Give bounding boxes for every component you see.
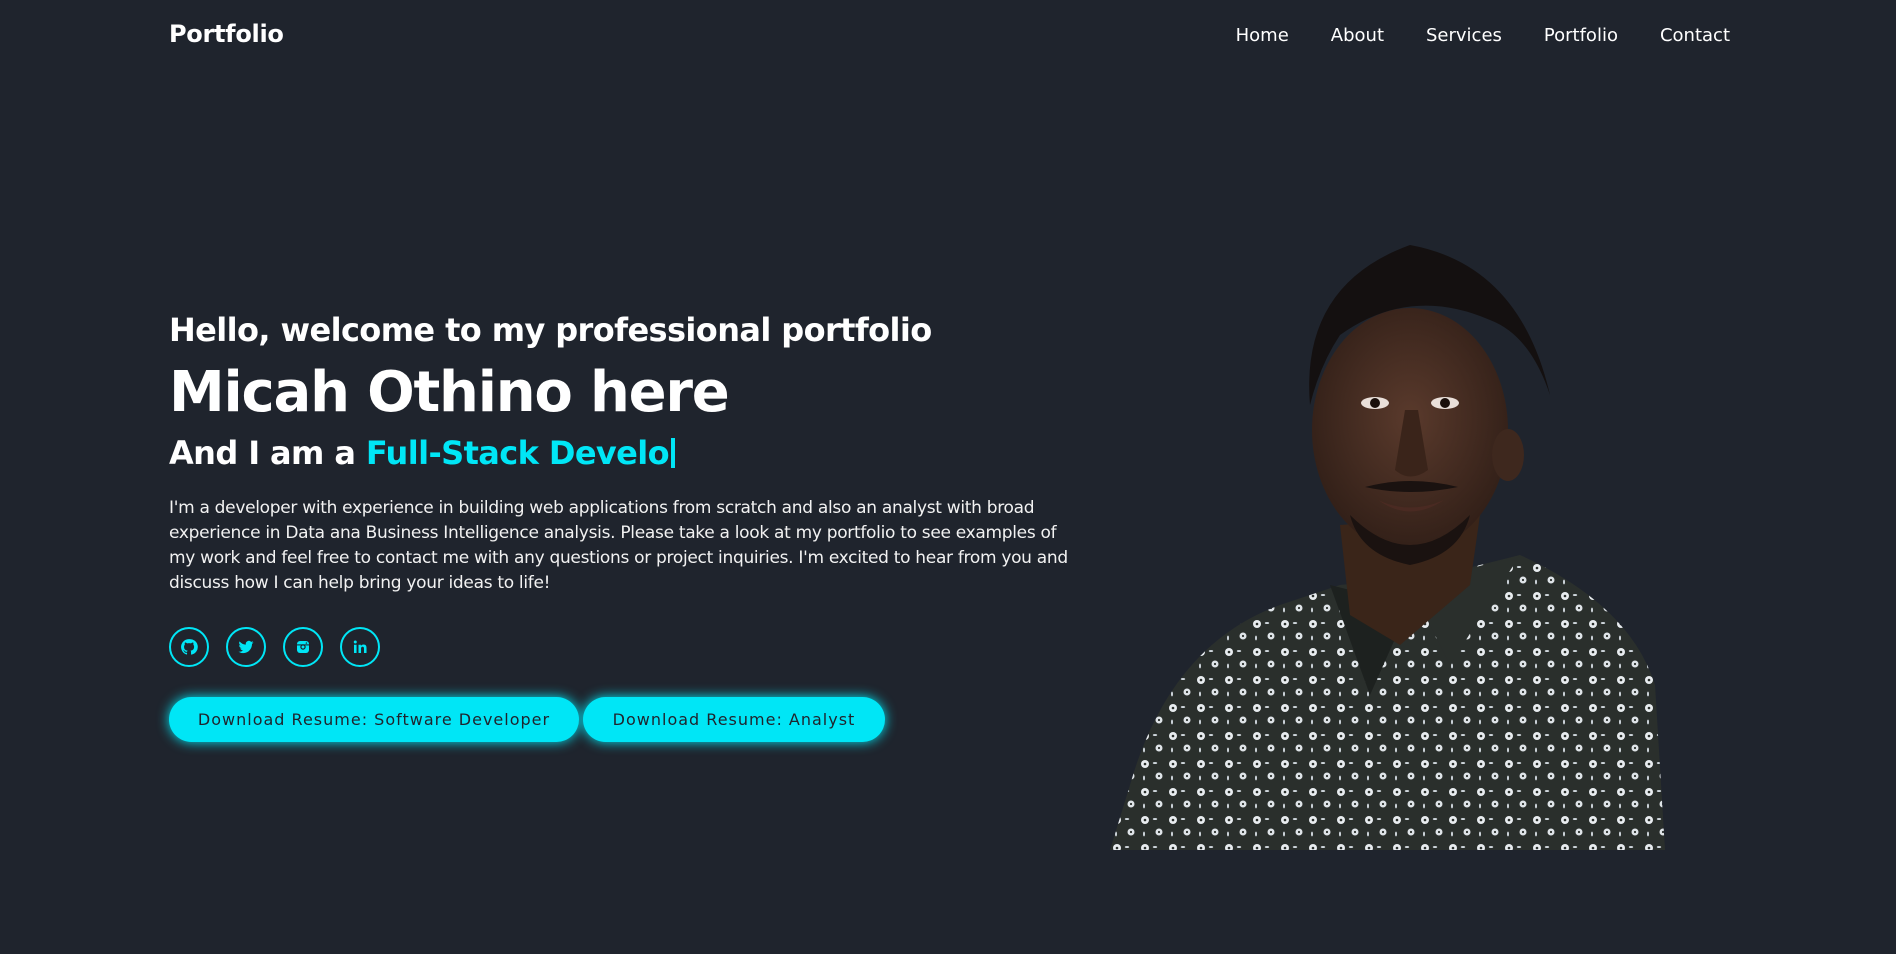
download-resume-developer-button[interactable]: Download Resume: Software Developer xyxy=(169,697,579,742)
linkedin-link[interactable] xyxy=(340,627,380,667)
nav-about[interactable]: About xyxy=(1331,25,1384,46)
twitter-icon xyxy=(238,640,254,654)
typing-caret xyxy=(671,438,676,468)
social-links xyxy=(169,627,380,667)
nav-portfolio[interactable]: Portfolio xyxy=(1544,25,1618,46)
instagram-link[interactable] xyxy=(283,627,323,667)
main-nav: Home About Services Portfolio Contact xyxy=(1236,25,1730,46)
instagram-icon xyxy=(297,641,309,653)
github-link[interactable] xyxy=(169,627,209,667)
nav-contact[interactable]: Contact xyxy=(1660,25,1730,46)
resume-buttons: Download Resume: Software Developer Down… xyxy=(169,697,885,742)
nav-services[interactable]: Services xyxy=(1426,25,1502,46)
greeting-heading: Hello, welcome to my professional portfo… xyxy=(169,311,932,349)
logo[interactable]: Portfolio xyxy=(169,20,284,48)
twitter-link[interactable] xyxy=(226,627,266,667)
bio-paragraph: I'm a developer with experience in build… xyxy=(169,498,1068,593)
linkedin-icon xyxy=(353,640,367,653)
download-resume-analyst-button[interactable]: Download Resume: Analyst xyxy=(583,697,885,742)
profile-photo xyxy=(1110,245,1665,850)
role-heading: And I am a Full-Stack Develo xyxy=(169,434,676,472)
nav-home[interactable]: Home xyxy=(1236,25,1289,46)
role-prefix: And I am a xyxy=(169,434,366,472)
name-heading: Micah Othino here xyxy=(169,360,730,425)
site-header: Portfolio Home About Services Portfolio … xyxy=(0,0,1896,74)
role-typed-text: Full-Stack Develo xyxy=(365,434,670,472)
github-icon xyxy=(181,639,198,655)
